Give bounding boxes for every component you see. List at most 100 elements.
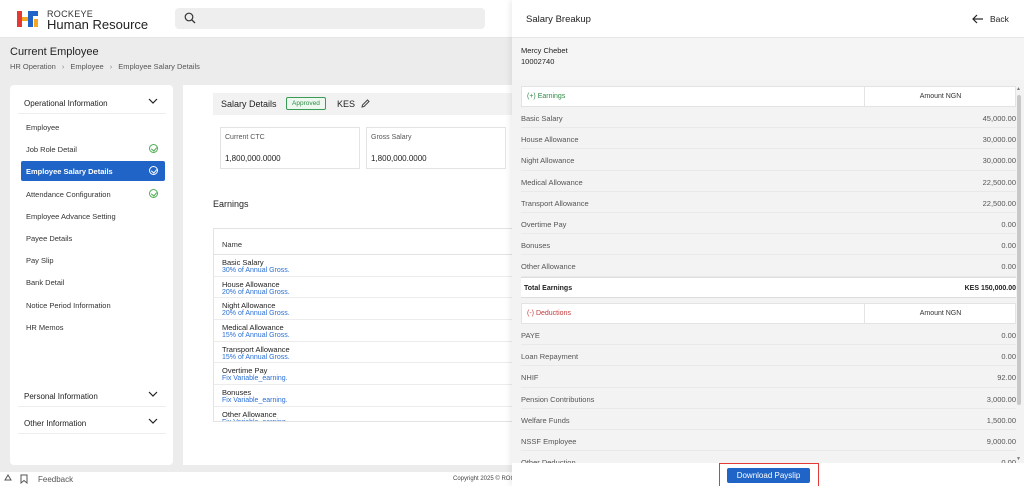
earning-name: Bonuses	[222, 388, 252, 398]
personal-information-label: Personal Information	[24, 392, 98, 401]
arrow-left-icon	[972, 14, 983, 24]
sidebar-item-label: HR Memos	[26, 322, 64, 332]
earnings-breakup-header: (+) Earnings Amount NGN	[521, 86, 1016, 107]
sidebar-item-label: Job Role Detail	[26, 145, 77, 155]
earnings-name-header: Name	[214, 229, 512, 255]
earning-breakup-row: Basic Salary 45,000.00	[521, 107, 1016, 129]
brand-name-bottom: Human Resource	[47, 17, 149, 32]
copyright-text: Copyright 2025 © ROCK	[453, 476, 519, 482]
earnings-row: Transport Allowance 15% of Annual Gross.	[214, 342, 512, 364]
earning-rule: 20% of Annual Gross.	[222, 288, 290, 296]
earning-breakup-row-amount: 45,000.00	[982, 114, 1016, 123]
status-badge: Approved	[286, 97, 326, 110]
deduction-breakup-row: PAYE 0.00	[521, 324, 1016, 346]
bookmark-icon[interactable]	[20, 474, 28, 484]
sidebar-item[interactable]: Attendance Configuration	[21, 184, 165, 204]
earning-breakup-row-label: Medical Allowance	[521, 177, 583, 187]
earning-rule: 30% of Annual Gross.	[222, 267, 290, 274]
sidebar-item[interactable]: Pay Slip	[21, 250, 165, 270]
sidebar-item-label: Notice Period Information	[26, 300, 111, 310]
current-ctc-value: 1,800,000.0000	[225, 154, 281, 163]
earning-breakup-row: House Allowance 30,000.00	[521, 128, 1016, 150]
deduction-breakup-row-label: PAYE	[521, 331, 540, 340]
edit-pencil-icon[interactable]	[360, 98, 371, 109]
employee-info: Mercy Chebet 10002740	[512, 38, 1024, 80]
earning-breakup-row-amount: 22,500.00	[982, 198, 1016, 208]
other-information-toggle[interactable]: Other Information	[18, 408, 166, 434]
earnings-row: Bonuses Fix Variable_earning.	[214, 385, 512, 407]
sidebar-item-label: Payee Details	[26, 234, 73, 243]
deduction-breakup-row-amount: 9,000.00	[986, 436, 1016, 446]
deduction-breakup-row: NSSF Employee 9,000.00	[521, 429, 1016, 452]
sidebar-item[interactable]: Employee Salary Details	[21, 161, 165, 182]
scroll-down-arrow-icon[interactable]: ▼	[1016, 456, 1021, 462]
employee-name: Mercy Chebet	[521, 46, 568, 55]
sidebar-item[interactable]: Employee	[21, 117, 165, 137]
salary-breakup-body[interactable]: (+) Earnings Amount NGN Basic Salary 45,0…	[512, 80, 1024, 463]
earning-breakup-row-label: Transport Allowance	[521, 198, 589, 208]
sidebar-item[interactable]: Job Role Detail	[21, 139, 165, 159]
breadcrumb-hr-operation[interactable]: HR Operation	[10, 62, 56, 71]
gross-salary-card: Gross Salary 1,800,000.0000	[366, 127, 506, 169]
rockeye-logo	[17, 11, 38, 27]
total-earnings-value: KES 150,000.00	[964, 284, 1016, 292]
sidebar-item[interactable]: Employee Advance Setting	[21, 206, 165, 226]
drawer-scrollbar[interactable]	[1017, 95, 1021, 405]
sidebar-item[interactable]: Notice Period Information	[21, 295, 165, 315]
earning-breakup-row: Other Allowance 0.00	[521, 255, 1016, 277]
earnings-row: House Allowance 20% of Annual Gross.	[214, 277, 512, 299]
drawer-title: Salary Breakup	[526, 14, 591, 25]
earning-breakup-row-amount: 30,000.00	[982, 156, 1016, 166]
earning-rule: 15% of Annual Gross.	[222, 332, 290, 340]
total-earnings-row: Total Earnings KES 150,000.00	[521, 276, 1016, 298]
earnings-breakup-table: (+) Earnings Amount NGN Basic Salary 45,0…	[521, 86, 1016, 298]
earning-name: Medical Allowance	[222, 323, 284, 333]
scroll-up-arrow-icon[interactable]: ▲	[1016, 86, 1021, 92]
sidebar-item[interactable]: Payee Details	[21, 228, 165, 248]
recycle-icon[interactable]	[3, 474, 13, 484]
deduction-breakup-row: Pension Contributions 3,000.00	[521, 387, 1016, 409]
deduction-breakup-row: Loan Repayment 0.00	[521, 345, 1016, 367]
salary-details-panel: Salary Details Approved KES Current CTC …	[183, 85, 513, 465]
search-input[interactable]	[175, 8, 485, 29]
personal-information-toggle[interactable]: Personal Information	[18, 381, 166, 407]
deduction-breakup-row-label: NHIF	[521, 373, 539, 383]
earning-breakup-row: Transport Allowance 22,500.00	[521, 191, 1016, 213]
chevron-down-icon	[148, 391, 158, 397]
amount-header: Amount NGN	[864, 304, 1016, 323]
breadcrumb-employee[interactable]: Employee	[70, 62, 103, 71]
sidebar-item[interactable]: HR Memos	[21, 317, 165, 337]
earning-breakup-row: Overtime Pay 0.00	[521, 212, 1016, 235]
back-button[interactable]: Back	[972, 13, 1012, 27]
current-ctc-label: Current CTC	[225, 134, 265, 141]
feedback-link[interactable]: Feedback	[38, 475, 73, 484]
amount-header: Amount NGN	[864, 87, 1016, 106]
download-payslip-button[interactable]: Download Payslip	[727, 468, 810, 483]
earning-rule: Fix Variable_earning.	[222, 419, 512, 421]
deduction-breakup-row: Welfare Funds 1,500.00	[521, 408, 1016, 430]
deductions-breakup-table: (-) Deductions Amount NGN PAYE 0.00 Loan R…	[521, 303, 1016, 463]
earning-rule: Fix Variable_earning.	[222, 375, 288, 383]
chevron-right-icon: ›	[109, 62, 113, 71]
earnings-title: Earnings	[213, 199, 249, 209]
deduction-breakup-row-amount: 0.00	[1001, 352, 1016, 362]
earning-rule: 15% of Annual Gross.	[222, 353, 290, 361]
earning-name: House Allowance	[222, 279, 280, 289]
sidebar-item-label: Bank Detail	[26, 278, 65, 288]
earnings-table: Name Basic Salary 30% of Annual Gross. Hou…	[213, 228, 513, 422]
chevron-down-icon	[148, 418, 158, 424]
sidebar-item-label: Employee Advance Setting	[26, 211, 116, 221]
operational-information-toggle[interactable]: Operational Information	[18, 88, 166, 114]
earnings-row: Basic Salary 30% of Annual Gross.	[214, 255, 512, 277]
breadcrumb: HR Operation › Employee › Employee Salary De…	[10, 62, 200, 71]
sidebar-item-label: Employee	[26, 123, 60, 132]
earning-breakup-row-label: Basic Salary	[521, 114, 563, 123]
sidebar-item-label: Employee Salary Details	[26, 167, 113, 177]
check-circle-icon	[149, 144, 158, 154]
earnings-row: Night Allowance 20% of Annual Gross.	[214, 298, 512, 321]
deduction-breakup-row-amount: 0.00	[1001, 331, 1016, 340]
earning-breakup-row: Bonuses 0.00	[521, 234, 1016, 256]
earnings-section-label: (+) Earnings	[527, 93, 566, 100]
current-ctc-card: Current CTC 1,800,000.0000	[220, 127, 360, 169]
sidebar-item[interactable]: Bank Detail	[21, 272, 165, 292]
